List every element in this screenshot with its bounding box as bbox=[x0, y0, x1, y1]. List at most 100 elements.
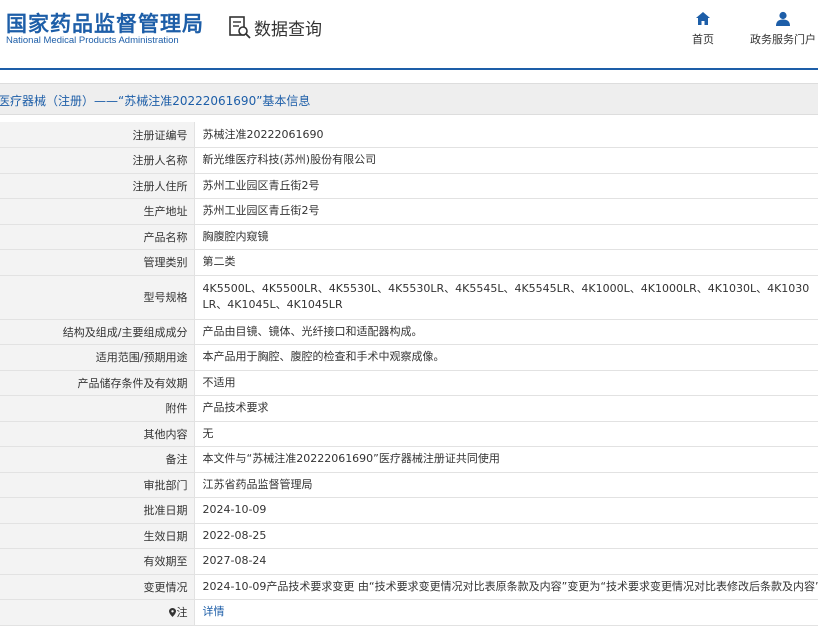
field-value-text: 苏械注准20222061690 bbox=[202, 127, 324, 141]
field-label: 注册证编号 bbox=[0, 122, 195, 148]
table-row: 适用范围/预期用途 本产品用于胸腔、腹腔的检查和手术中观察成像。 bbox=[0, 344, 818, 371]
field-label: 附件 bbox=[0, 395, 195, 422]
field-label-text: 批准日期 bbox=[143, 504, 188, 518]
table-row: 附件 产品技术要求 bbox=[0, 395, 818, 422]
field-value: 详情 bbox=[194, 599, 818, 626]
section-title: 医疗器械（注册）——“苏械注准20222061690”基本信息 bbox=[0, 94, 311, 108]
field-label-text: 变更情况 bbox=[143, 580, 188, 594]
document-search-icon bbox=[229, 16, 251, 39]
field-label-text: 结构及组成/主要组成成分 bbox=[62, 325, 188, 339]
field-label-text: 审批部门 bbox=[143, 478, 188, 492]
field-value: 新光维医疗科技(苏州)股份有限公司 bbox=[194, 147, 818, 174]
home-icon bbox=[696, 12, 710, 25]
field-value-text: 2022-08-25 bbox=[202, 528, 267, 542]
nav-home[interactable]: 首页 bbox=[692, 10, 714, 47]
field-value-text: 2027-08-24 bbox=[202, 554, 267, 568]
field-value: 胸腹腔内窥镜 bbox=[194, 224, 818, 250]
field-label-text: 附件 bbox=[165, 402, 188, 416]
table-row: 其他内容无 bbox=[0, 421, 818, 447]
data-query-heading: 数据查询 bbox=[228, 14, 322, 40]
field-label-text: 产品名称 bbox=[143, 230, 188, 244]
field-label-text: 其他内容 bbox=[143, 427, 188, 441]
table-row: 注册人名称 新光维医疗科技(苏州)股份有限公司 bbox=[0, 147, 818, 174]
field-label-text: 有效期至 bbox=[143, 555, 188, 569]
field-value: 江苏省药品监督管理局 bbox=[194, 472, 818, 498]
data-query-title: 数据查询 bbox=[254, 19, 322, 40]
table-row: 变更情况 2024-10-09产品技术要求变更 由“技术要求变更情况对比表原条款及… bbox=[0, 574, 818, 600]
field-value-text: 产品由目镜、镜体、光纤接口和适配器构成。 bbox=[202, 324, 423, 338]
field-value: 苏械注准20222061690 bbox=[194, 122, 818, 148]
field-label: 生产地址 bbox=[0, 198, 195, 225]
field-value-text: 第二类 bbox=[202, 255, 236, 269]
field-value-text: 2024-10-09产品技术要求变更 由“技术要求变更情况对比表原条款及内容”变… bbox=[202, 579, 818, 593]
field-value: 第二类 bbox=[194, 249, 818, 276]
field-label-text: 注册人住所 bbox=[132, 179, 188, 193]
field-value-text: 江苏省药品监督管理局 bbox=[202, 477, 313, 491]
table-row: 产品储存条件及有效期 不适用 bbox=[0, 370, 818, 396]
field-value-text: 无 bbox=[202, 426, 214, 440]
field-label: 生效日期 bbox=[0, 523, 195, 549]
field-label: 产品名称 bbox=[0, 224, 195, 250]
table-row: 批准日期 2024-10-09 bbox=[0, 497, 818, 524]
field-label: 备注 bbox=[0, 446, 195, 473]
field-label: 管理类别 bbox=[0, 249, 195, 276]
field-label: 变更情况 bbox=[0, 574, 195, 600]
field-label-text: 注 bbox=[176, 606, 188, 620]
field-label: 注册人名称 bbox=[0, 147, 195, 174]
field-value: 本文件与“苏械注准20222061690”医疗器械注册证共同使用 bbox=[194, 446, 818, 473]
table-row: 备注 本文件与“苏械注准20222061690”医疗器械注册证共同使用 bbox=[0, 446, 818, 473]
field-label-text: 适用范围/预期用途 bbox=[95, 351, 188, 365]
field-label: 产品储存条件及有效期 bbox=[0, 370, 195, 396]
location-pin-icon bbox=[168, 608, 176, 618]
field-value: 本产品用于胸腔、腹腔的检查和手术中观察成像。 bbox=[194, 344, 818, 371]
field-value-text: 本文件与“苏械注准20222061690”医疗器械注册证共同使用 bbox=[202, 452, 500, 466]
field-label-text: 备注 bbox=[165, 453, 188, 467]
field-value-text: 4K5500L、4K5500LR、4K5530L、4K5530LR、4K5545… bbox=[202, 282, 810, 311]
field-value-text: 苏州工业园区青丘街2号 bbox=[202, 178, 320, 192]
field-value-text: 不适用 bbox=[202, 375, 236, 389]
site-header: 国家药品监督管理局 National Medical Products Admi… bbox=[0, 0, 818, 68]
field-value-text: 产品技术要求 bbox=[202, 401, 269, 415]
field-label: 注册人住所 bbox=[0, 173, 195, 199]
field-label-text: 管理类别 bbox=[143, 256, 188, 270]
field-value: 苏州工业园区青丘街2号 bbox=[194, 173, 818, 199]
field-label: 结构及组成/主要组成成分 bbox=[0, 319, 195, 345]
field-label-text: 注册证编号 bbox=[132, 128, 188, 142]
field-value: 2022-08-25 bbox=[194, 523, 818, 549]
header-divider bbox=[0, 68, 818, 70]
field-label: 适用范围/预期用途 bbox=[0, 344, 195, 371]
site-logo-en: National Medical Products Administration bbox=[6, 35, 179, 46]
field-value: 4K5500L、4K5500LR、4K5530L、4K5530LR、4K5545… bbox=[194, 275, 818, 320]
field-label-text: 产品储存条件及有效期 bbox=[77, 376, 188, 390]
table-row: 结构及组成/主要组成成分 产品由目镜、镜体、光纤接口和适配器构成。 bbox=[0, 319, 818, 345]
table-row: 审批部门 江苏省药品监督管理局 bbox=[0, 472, 818, 498]
table-row: 生产地址 苏州工业园区青丘街2号 bbox=[0, 198, 818, 225]
table-row: 有效期至 2027-08-24 bbox=[0, 548, 818, 575]
nav-service-portal-label: 政务服务门户 bbox=[750, 33, 816, 46]
site-logo-cn[interactable]: 国家药品监督管理局 bbox=[6, 8, 204, 38]
field-label: 批准日期 bbox=[0, 497, 195, 524]
nav-service-portal[interactable]: 政务服务门户 bbox=[750, 10, 816, 47]
table-row: 管理类别 第二类 bbox=[0, 249, 818, 276]
field-label-text: 型号规格 bbox=[143, 291, 188, 304]
field-label: 注 bbox=[0, 599, 195, 626]
table-row: 生效日期 2022-08-25 bbox=[0, 523, 818, 549]
table-row: 型号规格 4K5500L、4K5500LR、4K5530L、4K5530LR、4K… bbox=[0, 275, 818, 320]
field-label-text: 生效日期 bbox=[143, 529, 188, 543]
table-row: 产品名称 胸腹腔内窥镜 bbox=[0, 224, 818, 250]
field-value: 不适用 bbox=[194, 370, 818, 396]
field-value-text: 胸腹腔内窥镜 bbox=[202, 229, 269, 243]
field-value-text: 新光维医疗科技(苏州)股份有限公司 bbox=[202, 153, 377, 167]
field-value: 2027-08-24 bbox=[194, 548, 818, 575]
field-label-text: 生产地址 bbox=[143, 205, 188, 219]
registration-info-table: 注册证编号 苏械注准20222061690 注册人名称 新光维医疗科技(苏州)股份有限… bbox=[0, 122, 818, 626]
table-row: 注 详情 bbox=[0, 599, 818, 626]
field-value-text: 苏州工业园区青丘街2号 bbox=[202, 204, 320, 218]
details-link[interactable]: 详情 bbox=[203, 605, 225, 618]
table-row: 注册人住所 苏州工业园区青丘街2号 bbox=[0, 173, 818, 199]
section-header: 医疗器械（注册）——“苏械注准20222061690”基本信息 bbox=[0, 83, 818, 115]
field-value: 苏州工业园区青丘街2号 bbox=[194, 198, 818, 225]
field-value-text: 本产品用于胸腔、腹腔的检查和手术中观察成像。 bbox=[202, 350, 445, 364]
field-label: 审批部门 bbox=[0, 472, 195, 498]
field-label-text: 注册人名称 bbox=[132, 154, 188, 168]
